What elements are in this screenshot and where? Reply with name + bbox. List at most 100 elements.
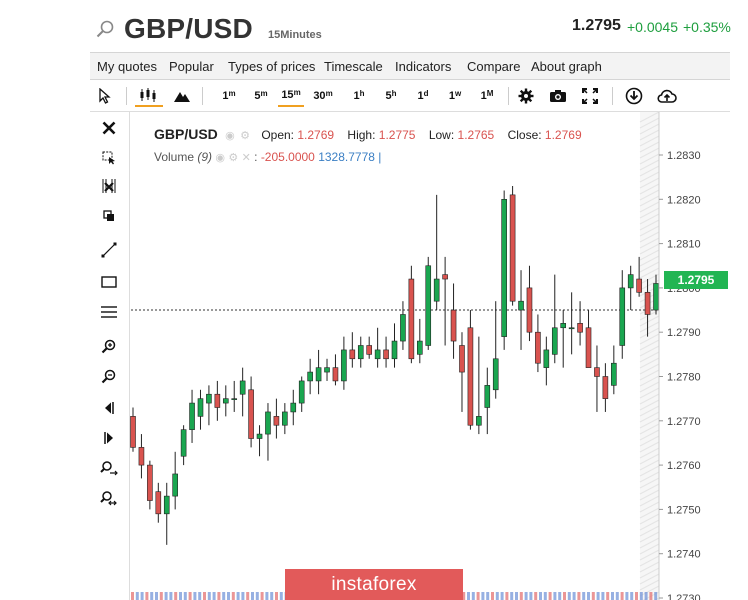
candle[interactable]	[602, 363, 609, 412]
candle-body	[417, 340, 423, 355]
eye-icon[interactable]: ◉	[225, 130, 235, 142]
candle[interactable]	[214, 380, 221, 421]
candle[interactable]	[484, 367, 491, 435]
candle[interactable]	[282, 403, 288, 435]
candle[interactable]	[265, 403, 271, 461]
volume-bar	[644, 592, 648, 600]
candle[interactable]	[383, 336, 389, 368]
volume-bar	[231, 592, 235, 600]
candle[interactable]	[172, 451, 178, 510]
legend-open-label: Open:	[261, 128, 295, 142]
candle[interactable]	[594, 345, 600, 412]
candle[interactable]	[222, 385, 229, 417]
candle[interactable]	[290, 389, 297, 426]
candle[interactable]	[197, 389, 204, 430]
candle[interactable]	[417, 318, 423, 364]
candle[interactable]	[611, 345, 617, 395]
candle-body	[341, 349, 347, 382]
candle[interactable]	[239, 367, 246, 417]
candle-body	[222, 398, 229, 404]
candle[interactable]	[535, 314, 541, 373]
candle-body	[526, 287, 533, 333]
candle[interactable]	[374, 327, 381, 368]
candle[interactable]	[501, 190, 507, 350]
candle-body	[585, 327, 592, 368]
candlestick-chart[interactable]: 1.28301.28201.28101.28001.27901.27801.27…	[0, 0, 748, 600]
volume-bar	[471, 592, 475, 600]
candle[interactable]	[341, 336, 347, 390]
candle[interactable]	[450, 283, 457, 359]
candle[interactable]	[568, 292, 575, 355]
candle[interactable]	[619, 270, 626, 359]
candle[interactable]	[189, 389, 195, 443]
candle[interactable]	[509, 186, 516, 306]
candle[interactable]	[425, 256, 432, 350]
gear-icon[interactable]: ⚙	[240, 130, 250, 142]
candle[interactable]	[231, 380, 238, 412]
volume-bar	[529, 592, 533, 600]
candle[interactable]	[349, 332, 356, 368]
candle[interactable]	[476, 336, 482, 435]
candle-body	[501, 199, 507, 337]
candle-body	[518, 300, 524, 311]
remove-icon[interactable]: ✕	[242, 152, 251, 164]
candle[interactable]	[357, 336, 364, 368]
candle[interactable]	[206, 385, 212, 426]
candle[interactable]	[577, 301, 583, 346]
gear-icon[interactable]: ⚙	[228, 152, 238, 164]
y-tick-label: 1.2830	[667, 150, 701, 162]
candle[interactable]	[324, 358, 330, 381]
candle-body	[543, 349, 550, 368]
candle[interactable]	[298, 376, 305, 412]
candle[interactable]	[408, 265, 415, 364]
eye-icon[interactable]: ◉	[215, 152, 225, 164]
volume-bar	[145, 592, 149, 600]
candle[interactable]	[307, 358, 313, 395]
candle[interactable]	[492, 301, 499, 399]
candle[interactable]	[248, 376, 254, 448]
volume-bar	[567, 592, 571, 600]
candle[interactable]	[400, 301, 406, 350]
legend-symbol: GBP/USD	[154, 126, 218, 142]
candle[interactable]	[433, 194, 440, 311]
candle-body	[450, 309, 457, 342]
volume-separator: :	[254, 150, 258, 164]
candle[interactable]	[332, 354, 339, 386]
volume-bar	[481, 592, 485, 600]
legend-open-value: 1.2769	[297, 128, 335, 142]
candle[interactable]	[155, 482, 162, 523]
candle[interactable]	[518, 270, 524, 350]
candle-body	[611, 362, 617, 386]
candle[interactable]	[459, 332, 465, 412]
candle[interactable]	[315, 349, 322, 395]
y-tick-label: 1.2730	[667, 593, 701, 600]
volume-bar	[548, 592, 552, 600]
candle[interactable]	[526, 265, 533, 342]
candle-body	[467, 327, 474, 426]
candle[interactable]	[256, 425, 263, 457]
candle[interactable]	[585, 310, 592, 368]
candle[interactable]	[391, 323, 398, 368]
candle-body	[484, 385, 491, 408]
candle-body	[509, 194, 516, 302]
candle[interactable]	[467, 310, 474, 430]
candle[interactable]	[180, 425, 187, 466]
candle-body	[324, 367, 330, 373]
legend-low-label: Low:	[428, 128, 455, 142]
candle[interactable]	[138, 434, 145, 479]
candle[interactable]	[273, 398, 280, 439]
y-tick-label: 1.2810	[667, 239, 701, 251]
candle[interactable]	[147, 460, 153, 510]
candle[interactable]	[442, 256, 448, 346]
candle[interactable]	[163, 482, 170, 545]
candle[interactable]	[543, 336, 550, 386]
volume-bar	[577, 592, 581, 600]
candle[interactable]	[366, 336, 372, 359]
candle[interactable]	[560, 310, 567, 368]
candle[interactable]	[551, 274, 558, 364]
candle[interactable]	[130, 407, 136, 452]
y-tick-label: 1.2820	[667, 194, 701, 206]
candle-body	[197, 398, 204, 417]
candle[interactable]	[627, 265, 634, 311]
volume-bar	[534, 592, 538, 600]
